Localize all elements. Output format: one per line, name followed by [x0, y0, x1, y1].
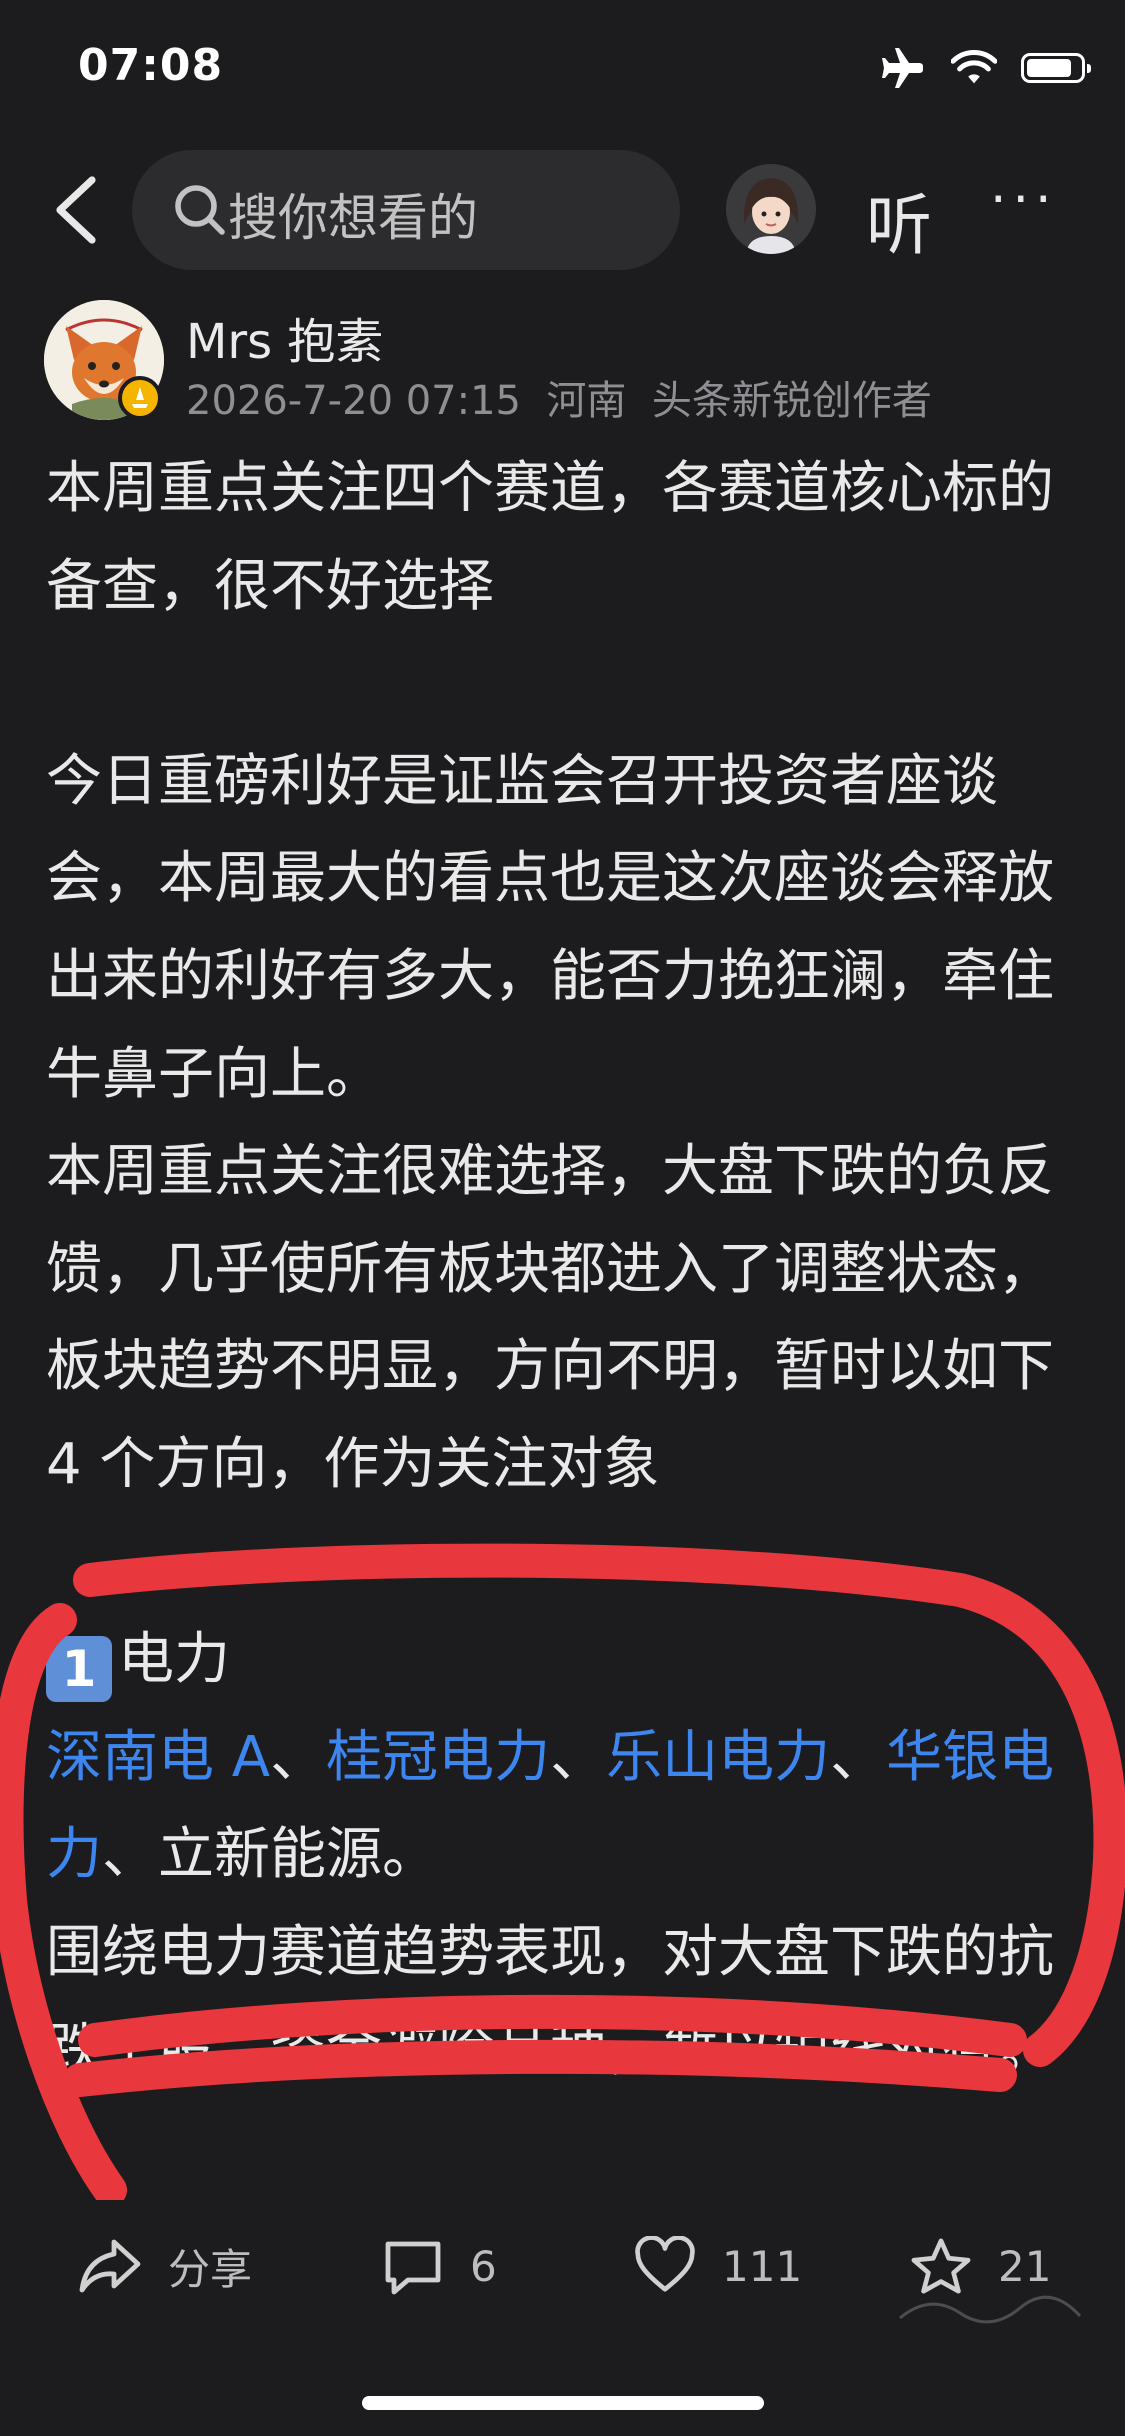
- number-one-icon: 1: [46, 1636, 112, 1703]
- status-bar: 07:08: [0, 0, 1125, 140]
- stock-link[interactable]: 乐山电力: [606, 1725, 830, 1790]
- listen-button[interactable]: 听: [866, 172, 932, 268]
- paragraph-1: 本周重点关注四个赛道，各赛道核心标的备查，很不好选择: [46, 456, 1054, 619]
- home-indicator[interactable]: [362, 2396, 764, 2410]
- author-name[interactable]: Mrs 抱素: [186, 302, 383, 372]
- user-avatar-button[interactable]: [726, 164, 816, 254]
- user-avatar-icon: [726, 164, 816, 254]
- author-meta: 2026-7-20 07:15 河南 头条新锐创作者: [186, 378, 932, 424]
- search-icon: [175, 185, 225, 235]
- search-placeholder: 搜你想看的: [228, 189, 478, 247]
- battery-level: [1027, 59, 1071, 77]
- paragraph-3: 本周重点关注很难选择，大盘下跌的负反馈，几乎使所有板块都进入了调整状态，板块趋势…: [46, 1139, 1054, 1497]
- like-button[interactable]: 111: [634, 2226, 802, 2306]
- separator: 、: [270, 1724, 327, 1790]
- like-count: 111: [722, 2241, 803, 2291]
- author-row: Mrs 抱素 2026-7-20 07:15 河南 头条新锐创作者: [0, 292, 1125, 424]
- paragraph-2: 今日重磅利好是证监会召开投资者座谈会，本周最大的看点也是这次座谈会释放出来的利好…: [46, 748, 1054, 1107]
- paragraph-4: 围绕电力赛道趋势表现，对大盘下跌的抗跌个股，资金避险品种，暂以短线对待。: [46, 1919, 1054, 2083]
- stock-list-tail: 、立新能源。: [102, 1822, 438, 1888]
- share-button[interactable]: 分享: [78, 2226, 252, 2306]
- battery-icon: [1021, 53, 1091, 83]
- watermark-icon: [899, 2295, 1082, 2324]
- star-icon: [911, 2238, 971, 2294]
- stock-link[interactable]: 深南电 A: [46, 1725, 270, 1790]
- wifi-icon: [951, 50, 997, 84]
- heart-icon: [635, 2236, 695, 2292]
- comment-count: 6: [470, 2241, 497, 2291]
- favorite-count: 21: [998, 2241, 1052, 2291]
- stock-list: 深南电 A、桂冠电力、乐山电力、华银电力、立新能源。: [46, 1709, 1086, 1904]
- verified-badge-icon: [118, 376, 162, 420]
- search-input[interactable]: 搜你想看的: [132, 150, 680, 270]
- comment-button[interactable]: 6: [382, 2226, 497, 2306]
- share-icon: [79, 2239, 141, 2293]
- stock-link[interactable]: 桂冠电力: [326, 1725, 550, 1790]
- separator: 、: [830, 1724, 887, 1790]
- more-button[interactable]: ···: [990, 170, 1058, 230]
- article-body: 本周重点关注四个赛道，各赛道核心标的备查，很不好选择 今日重磅利好是证监会召开投…: [46, 440, 1086, 2180]
- back-button[interactable]: [48, 174, 108, 246]
- section-title: 电力: [118, 1627, 230, 1693]
- share-label: 分享: [168, 2244, 253, 2294]
- status-icons: [879, 48, 1091, 88]
- airplane-icon: [882, 48, 923, 88]
- nav-bar: 搜你想看的 听 ···: [0, 150, 1125, 270]
- status-time: 07:08: [78, 40, 224, 91]
- comment-icon: [385, 2241, 441, 2295]
- section-heading: 1 电力: [46, 1611, 1086, 1709]
- separator: 、: [550, 1724, 607, 1790]
